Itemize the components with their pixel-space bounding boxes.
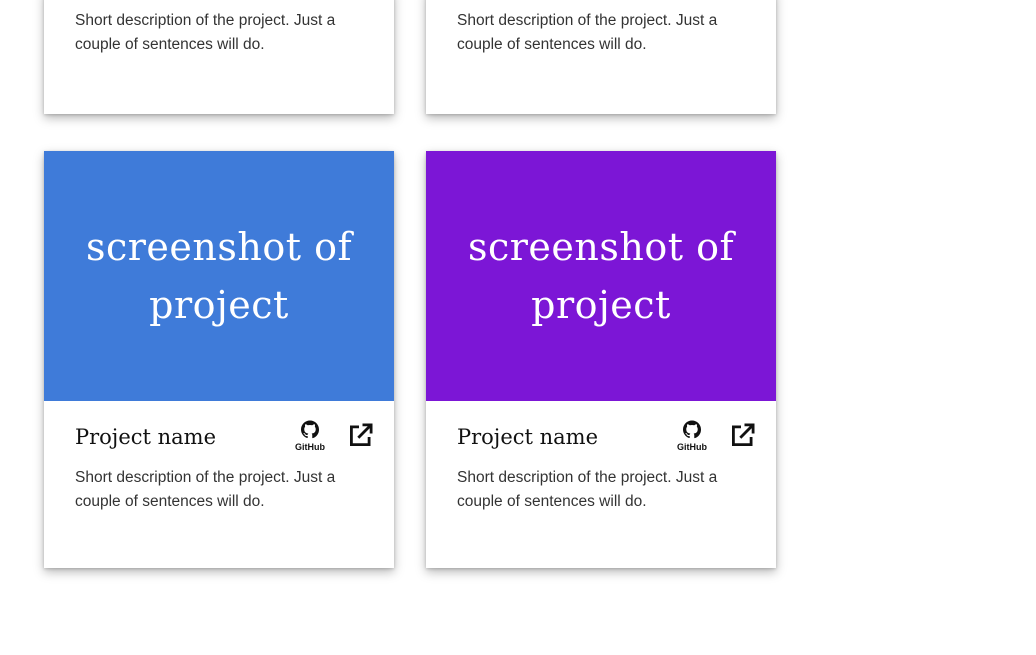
project-screenshot: screenshot of project — [44, 151, 394, 401]
project-description: Short description of the project. Just a… — [75, 469, 336, 510]
github-link-icon[interactable]: GitHub — [293, 418, 327, 457]
project-card: screenshot of project Project name GitHu… — [426, 151, 776, 568]
project-description: Short description of the project. Just a… — [75, 12, 336, 53]
svg-text:GitHub: GitHub — [295, 442, 325, 452]
project-name: Project name — [75, 425, 217, 449]
project-description: Short description of the project. Just a… — [457, 12, 718, 53]
screenshot-placeholder-text: screenshot of project — [467, 225, 735, 327]
project-screenshot: screenshot of project — [426, 151, 776, 401]
project-card: Short description of the project. Just a… — [44, 0, 394, 114]
project-card: Short description of the project. Just a… — [426, 0, 776, 114]
project-description: Short description of the project. Just a… — [457, 469, 718, 510]
external-link-icon[interactable] — [729, 421, 757, 454]
project-name: Project name — [457, 425, 599, 449]
svg-text:GitHub: GitHub — [677, 442, 707, 452]
external-link-icon[interactable] — [347, 421, 375, 454]
screenshot-placeholder-text: screenshot of project — [85, 225, 353, 327]
project-card: screenshot of project Project name GitHu… — [44, 151, 394, 568]
github-link-icon[interactable]: GitHub — [675, 418, 709, 457]
